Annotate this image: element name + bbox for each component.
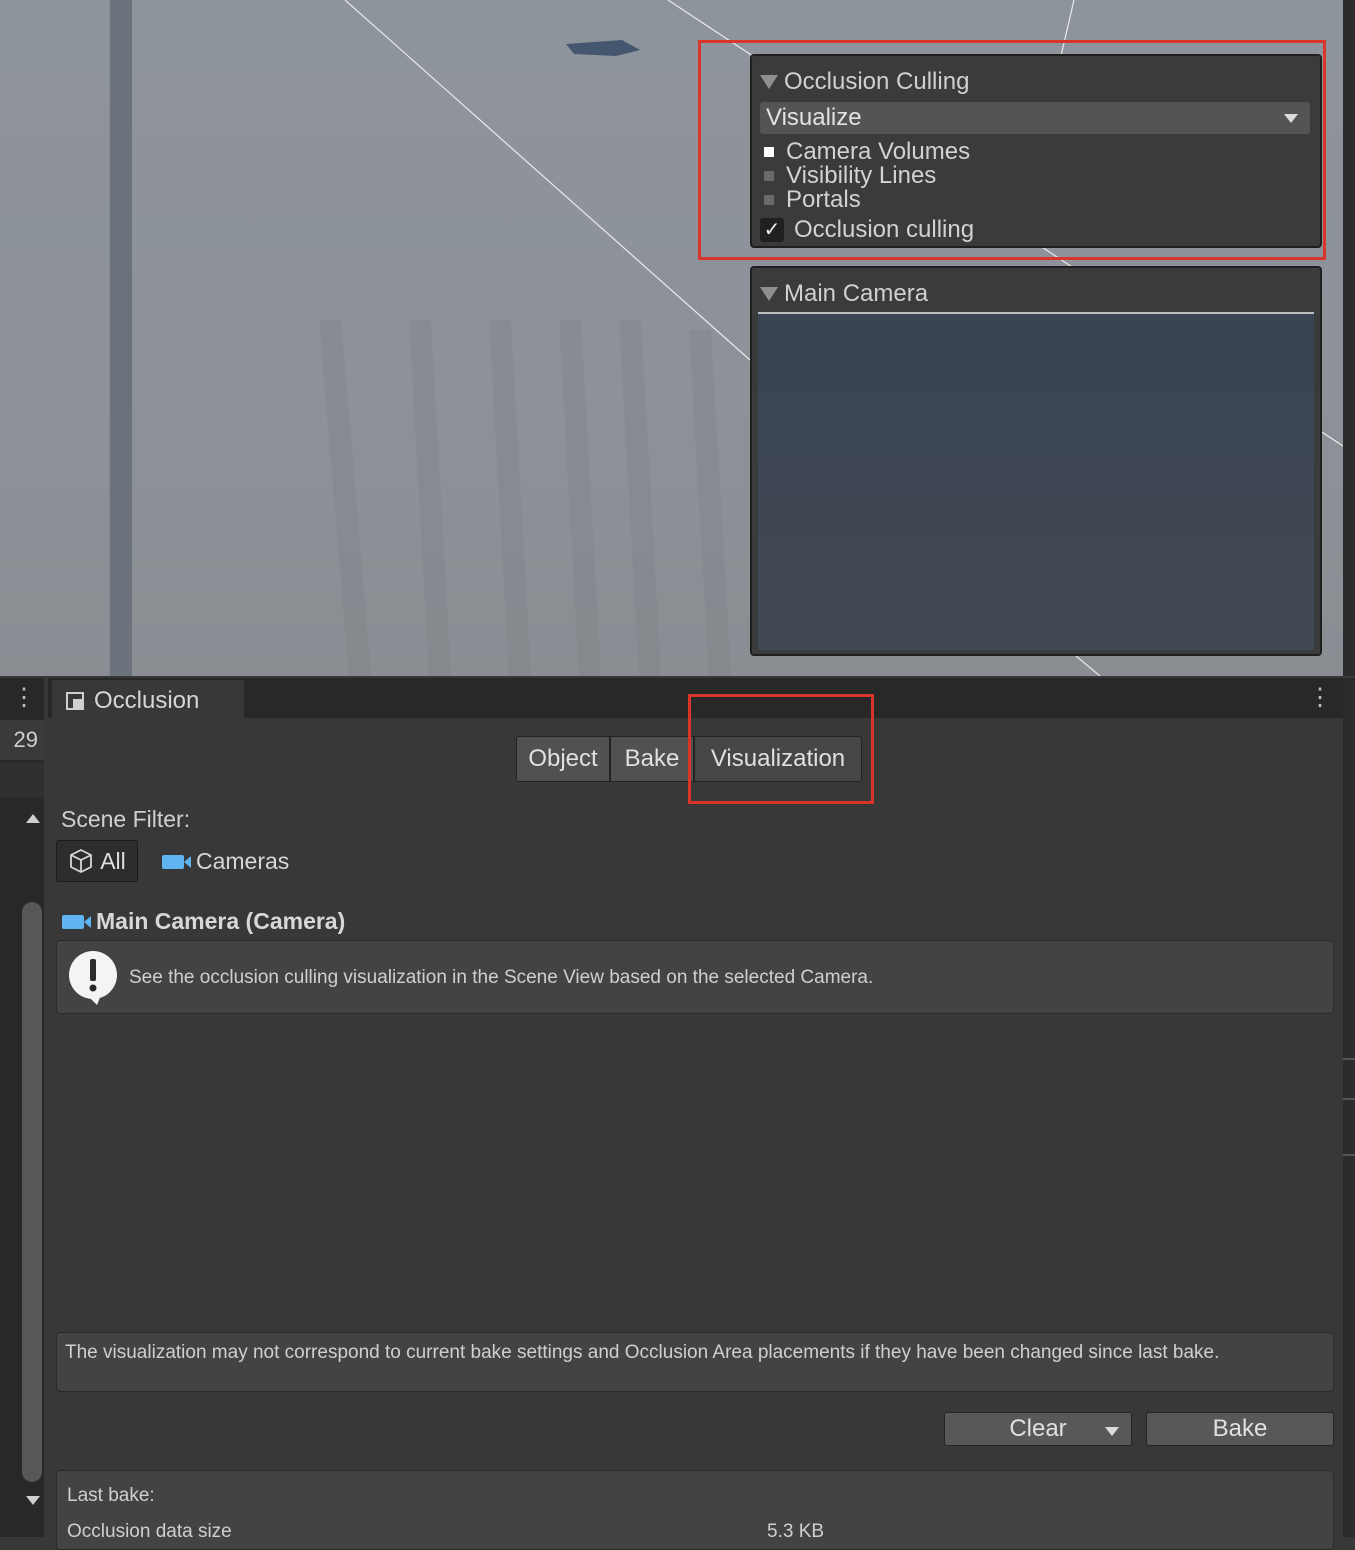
tab-label: Occlusion: [94, 687, 200, 714]
info-help-box: See the occlusion culling visualization …: [56, 940, 1334, 1014]
camera-preview: [758, 314, 1314, 650]
selected-camera-label: Main Camera (Camera): [96, 908, 346, 934]
warning-text: The visualization may not correspond to …: [65, 1342, 1220, 1363]
cube-icon: [70, 848, 93, 874]
occlusion-culling-overlay: Occlusion Culling Visualize Camera Volum…: [750, 54, 1322, 248]
legend-label: Portals: [786, 186, 861, 213]
camera-icon: [62, 914, 91, 929]
bake-label: Bake: [1212, 1415, 1268, 1442]
tab-label: Bake: [624, 745, 680, 772]
tab-visualization[interactable]: Visualization: [694, 736, 862, 782]
tab-object[interactable]: Object: [516, 736, 610, 782]
overlay-title: Main Camera: [784, 280, 929, 307]
checkbox-label: Occlusion culling: [794, 216, 975, 243]
occlusion-culling-header[interactable]: Occlusion Culling: [760, 68, 969, 96]
filter-cameras-button[interactable]: Cameras: [162, 848, 289, 875]
filter-all-button[interactable]: All: [56, 840, 138, 882]
info-text: See the occlusion culling visualization …: [129, 967, 874, 988]
chevron-down-icon: [1284, 114, 1298, 123]
layer-count: 29: [0, 720, 44, 760]
tab-label: Object: [528, 745, 598, 772]
kebab-menu-icon[interactable]: ⋮: [1308, 686, 1332, 710]
filter-cameras-label: Cameras: [196, 848, 290, 874]
clear-button[interactable]: Clear: [944, 1412, 1132, 1446]
info-icon: [69, 951, 117, 1005]
occlusion-culling-toggle[interactable]: ✓ Occlusion culling: [760, 216, 974, 244]
legend-swatch-gray: [764, 171, 774, 181]
foldout-triangle-icon[interactable]: [760, 75, 778, 89]
scroll-down-icon[interactable]: [26, 1496, 40, 1505]
scene-filter-label: Scene Filter:: [61, 806, 191, 832]
tab-label: Visualization: [710, 745, 846, 772]
foldout-triangle-icon[interactable]: [760, 287, 778, 301]
clear-label: Clear: [1009, 1415, 1067, 1442]
hierarchy-strip: ⋮ 29: [0, 678, 44, 1537]
dropdown-value: Visualize: [766, 104, 862, 131]
tab-bake[interactable]: Bake: [610, 736, 694, 782]
legend-swatch-gray: [764, 195, 774, 205]
count-value: 29: [13, 727, 38, 752]
data-size-value: 5.3 KB: [767, 1521, 825, 1542]
tab-occlusion[interactable]: Occlusion: [52, 680, 244, 720]
filter-all-label: All: [100, 847, 126, 874]
main-camera-header[interactable]: Main Camera: [760, 280, 928, 308]
camera-icon: [162, 854, 191, 869]
kebab-menu-icon[interactable]: ⋮: [12, 686, 36, 710]
data-size-label: Occlusion data size: [67, 1521, 232, 1542]
window-tab-bar: Occlusion ⋮: [48, 678, 1343, 720]
visualize-mode-dropdown[interactable]: Visualize: [760, 102, 1310, 134]
scene-right-border: [1343, 0, 1355, 676]
legend-swatch-white: [764, 147, 774, 157]
last-bake-box: Last bake: Occlusion data size 5.3 KB: [56, 1470, 1334, 1550]
occlusion-window-icon: [66, 692, 84, 710]
warning-help-box: The visualization may not correspond to …: [56, 1332, 1334, 1392]
selected-camera-heading: Main Camera (Camera): [62, 908, 345, 935]
chevron-down-icon[interactable]: [1105, 1427, 1119, 1436]
bake-button[interactable]: Bake: [1146, 1412, 1334, 1446]
last-bake-label: Last bake:: [67, 1485, 155, 1506]
overlay-title: Occlusion Culling: [784, 68, 970, 95]
pillar: [110, 0, 132, 676]
strip-row: [0, 762, 44, 798]
legend-portals: Portals: [764, 186, 861, 214]
scrollbar-thumb[interactable]: [22, 902, 42, 1482]
checkbox-check-icon[interactable]: ✓: [760, 218, 784, 242]
window-right-border: [1343, 678, 1355, 1537]
scroll-up-icon[interactable]: [26, 814, 40, 823]
floor-object: [566, 40, 640, 56]
occlusion-window: Occlusion ⋮ Object Bake Visualization Sc…: [48, 678, 1343, 1550]
main-camera-overlay: Main Camera: [750, 266, 1322, 656]
scene-view[interactable]: Occlusion Culling Visualize Camera Volum…: [0, 0, 1343, 676]
